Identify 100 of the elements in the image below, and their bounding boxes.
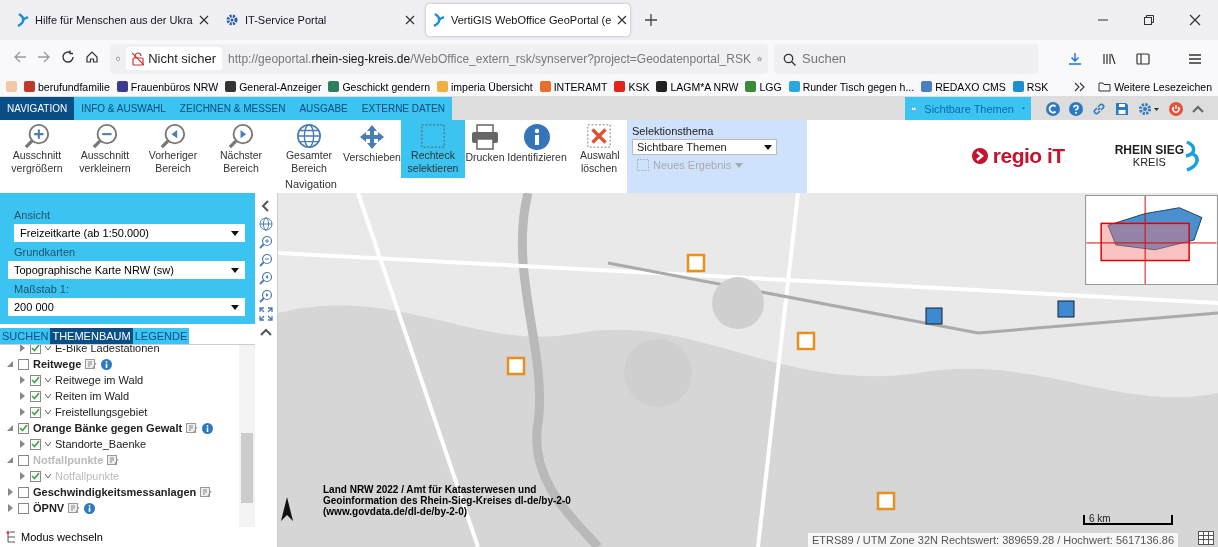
checkbox[interactable] [30,345,41,354]
checkbox[interactable] [18,358,29,370]
toolbar-button[interactable]: Vorheriger Bereich [139,120,207,178]
chevrons-icon[interactable] [1074,81,1087,92]
forward-icon[interactable] [37,50,51,64]
checkbox[interactable] [30,374,41,386]
close-icon[interactable] [617,15,628,25]
settings-icon[interactable] [1138,101,1160,116]
url-text[interactable]: http://geoportal.rhein-sieg-kreis.de/WebOffice_extern_rsk/synserver?project=Geodatenportal_RSK [228,51,751,66]
help-icon[interactable] [1069,101,1083,116]
collapse-icon[interactable] [1192,104,1204,113]
expanded-icon[interactable] [6,424,14,432]
bookmark[interactable]: KSK [614,80,650,93]
expand-icon[interactable] [18,472,26,480]
zoom-in-icon[interactable] [259,235,273,249]
ribbon-tab[interactable]: NAVIGATION [0,97,75,120]
globe-icon [294,123,324,149]
checkbox[interactable] [18,422,29,434]
bookmark[interactable]: REDAXO CMS [921,80,1006,93]
toolbar-button[interactable]: Nächster Bereich [207,120,275,178]
bookmark[interactable]: Geschickt gendern [328,80,430,93]
edit-note-icon[interactable] [200,486,213,498]
security-indicator[interactable]: Nicht sicher [126,47,223,70]
globe-icon[interactable] [259,217,273,231]
bookmark[interactable]: Frauenbüros NRW [116,80,219,93]
expand-icon[interactable] [6,504,14,512]
bookmark[interactable]: INTERAMT [539,80,608,93]
checkbox[interactable] [30,438,41,450]
chevron-icon [971,148,988,164]
edit-note-icon[interactable] [85,358,98,370]
expand-icon[interactable] [18,440,26,448]
scrollbar[interactable] [239,345,255,527]
home-icon[interactable] [85,50,99,64]
toolbar-button[interactable]: Identifizieren [505,120,569,178]
toolbar-button[interactable]: Ausschnitt verkleinern [71,120,139,178]
new-tab-icon[interactable] [644,13,658,27]
close-icon[interactable] [405,15,415,25]
bookmark[interactable]: berufundfamilie [24,80,110,93]
checkbox[interactable] [18,486,29,498]
close-icon[interactable] [198,15,209,25]
edit-note-icon[interactable] [68,502,81,514]
bookmark-folder[interactable]: Weitere Lesezeichen [1098,80,1212,93]
ribbon-tab[interactable]: INFO & AUSWAHL [74,97,173,120]
refresh-icon[interactable] [1046,101,1060,116]
bookmark[interactable]: LAGM*A NRW [656,80,739,93]
north-arrow-icon [281,497,293,521]
toolbar-button[interactable]: Rechteck selektieren [401,120,465,178]
save-icon[interactable] [1115,101,1129,116]
dropdown[interactable]: Freizeitkarte (ab 1:50.000) [14,224,245,242]
layer-label: Freistellungsgebiet [55,405,148,419]
search-field[interactable]: Suchen [774,43,1038,74]
info-icon[interactable] [202,422,214,434]
theme-select[interactable]: Sichtbare Themen [632,139,777,155]
checkbox[interactable] [30,390,41,402]
panel-tab[interactable]: SUCHEN [0,328,51,344]
edit-note-icon[interactable] [186,422,199,434]
restore-icon[interactable] [1143,14,1155,26]
layer-label: Standorte_Baenke [55,437,147,451]
bookmark[interactable]: RSK [1012,80,1049,93]
reload-icon[interactable] [61,50,75,64]
close-icon[interactable] [1189,14,1201,26]
browser-tab[interactable]: VertiGIS WebOffice GeoPortal (e [426,4,630,36]
download-icon[interactable] [1068,51,1082,66]
ribbon-tab[interactable]: ZEICHNEN & MESSEN [172,97,293,120]
bookmark[interactable]: General-Anzeiger [225,80,322,93]
table-icon[interactable] [1198,531,1214,545]
toolbar-button[interactable]: Gesamter Bereich [275,120,343,178]
bookmark[interactable]: imperia Übersicht [437,80,533,93]
layer-label: Notfallpunkte [55,469,120,483]
ribbon-tab[interactable]: EXTERNE DATEN [354,97,452,120]
toolbar-button[interactable]: Verschieben [343,120,401,178]
bookmark[interactable]: LGG [745,80,782,93]
dropdown[interactable]: Topographische Karte NRW (sw) [8,261,245,279]
library-icon[interactable] [1102,51,1116,66]
zoom-out-icon[interactable] [259,253,273,267]
info-icon[interactable] [101,358,113,370]
mode-switch-link[interactable]: Modus wechseln [0,527,255,547]
expanded-icon[interactable] [6,360,14,368]
field-label: Ansicht [14,209,52,221]
back-icon[interactable] [13,50,27,64]
sidebar-icon[interactable] [1136,51,1150,66]
power-icon[interactable] [1169,101,1183,116]
checkbox[interactable] [30,406,41,418]
menu-icon[interactable] [1188,51,1202,66]
browser-tab[interactable]: Hilfe für Menschen aus der Ukra [10,4,214,36]
toolbar-button[interactable]: Ausschnitt vergrößern [3,120,71,178]
info-icon[interactable] [84,502,96,514]
toolbar-button[interactable]: Drucken [465,120,505,178]
checkbox[interactable] [18,502,29,514]
toolbar-button[interactable]: Auswahl löschen [575,120,623,178]
panel-tab[interactable]: THEMENBAUM [50,328,133,344]
panel-tab[interactable]: LEGENDE [132,328,190,344]
ribbon-tab[interactable]: AUSGABE [292,97,355,120]
expand-icon[interactable] [6,488,14,496]
bookmark[interactable]: Runder Tisch gegen h... [788,80,915,93]
fullscreen-icon[interactable] [259,307,273,321]
browser-tab[interactable]: IT-Service Portal [218,4,422,36]
dropdown[interactable]: 200 000 [8,298,245,316]
tree-icon [6,531,17,543]
link-icon[interactable] [1092,101,1106,116]
